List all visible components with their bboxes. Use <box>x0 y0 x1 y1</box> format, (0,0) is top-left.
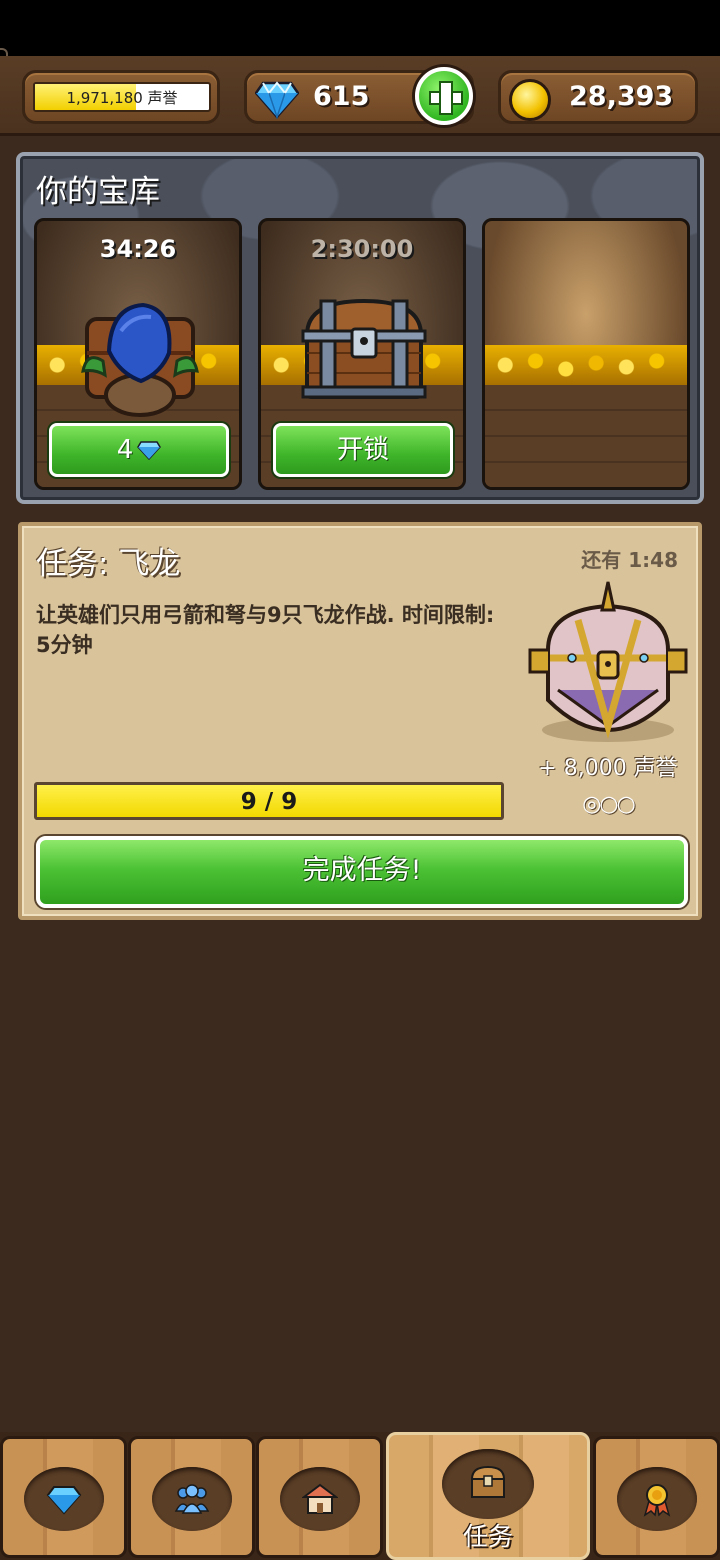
gems-count: 615 <box>313 81 370 112</box>
bottom-nav: 任务 <box>0 1432 720 1560</box>
diamond-icon <box>255 81 299 119</box>
top-bar: 1,971,180 声誉 615 28,393 <box>0 56 720 136</box>
reward-amount: + 8,000 声誉 <box>538 756 678 781</box>
house-icon <box>301 1483 338 1514</box>
quest-title: 任务: 飞龙 <box>36 546 181 582</box>
vault-slot-empty[interactable] <box>482 218 690 490</box>
add-gems-button[interactable] <box>415 67 473 125</box>
reputation-bar: 1,971,180 声誉 <box>33 82 211 112</box>
vault-slot[interactable]: 34:26 4 <box>34 218 242 490</box>
speedup-button[interactable]: 4 <box>49 423 229 477</box>
status-bar <box>0 0 720 56</box>
wooden-chest-icon <box>301 298 427 399</box>
nav-tab-home[interactable] <box>256 1436 383 1558</box>
quest-progress-text: 9 / 9 <box>240 789 298 815</box>
complete-quest-button[interactable]: 完成任务! <box>36 836 688 908</box>
diamond-icon <box>46 1486 81 1515</box>
quest-progress-bar: 9 / 9 <box>34 782 504 820</box>
chest-icon <box>470 1465 506 1498</box>
reward-chest-icon <box>528 581 688 742</box>
vault-slot[interactable]: 2:30:00 开锁 <box>258 218 466 490</box>
coin-icon <box>509 79 551 121</box>
slot-floor <box>485 385 687 487</box>
quest-time-remaining: 还有 1:48 <box>581 548 678 572</box>
slot-timer: 34:26 <box>99 235 177 263</box>
gold-panel[interactable]: 28,393 <box>498 70 698 124</box>
gems-panel[interactable]: 615 <box>244 67 474 125</box>
nav-label-quests: 任务 <box>462 1522 513 1551</box>
diamond-icon <box>137 441 162 460</box>
unlock-button[interactable]: 开锁 <box>273 423 453 477</box>
medal-icon <box>643 1484 670 1517</box>
reputation-text: 1,971,180 声誉 <box>66 89 178 107</box>
slot-timer: 2:30:00 <box>310 235 414 263</box>
people-icon <box>174 1484 209 1514</box>
nav-tab-achievements[interactable] <box>593 1436 720 1558</box>
reputation-panel[interactable]: 1,971,180 声誉 <box>22 70 220 124</box>
speedup-cost: 4 <box>116 435 134 465</box>
vault-title: 你的宝库 <box>36 174 160 210</box>
quest-panel: 任务: 飞龙 还有 1:48 让英雄们只用弓箭和弩与9只飞龙作战. 时间限制: … <box>18 522 702 920</box>
nav-tab-quests[interactable]: 任务 <box>386 1432 590 1560</box>
nav-tab-heroes[interactable] <box>128 1436 255 1558</box>
vault-panel: 你的宝库 34:26 4 2:30:00 开锁 <box>16 152 704 504</box>
reward-tier-indicator: ◎○○ <box>582 792 636 817</box>
quest-description: 让英雄们只用弓箭和弩与9只飞龙作战. 时间限制: 5分钟 <box>36 603 495 657</box>
gold-pile <box>485 345 687 385</box>
gold-count: 28,393 <box>569 81 674 112</box>
nav-tab-store[interactable] <box>0 1436 127 1558</box>
goblin-chest-icon <box>81 302 199 417</box>
